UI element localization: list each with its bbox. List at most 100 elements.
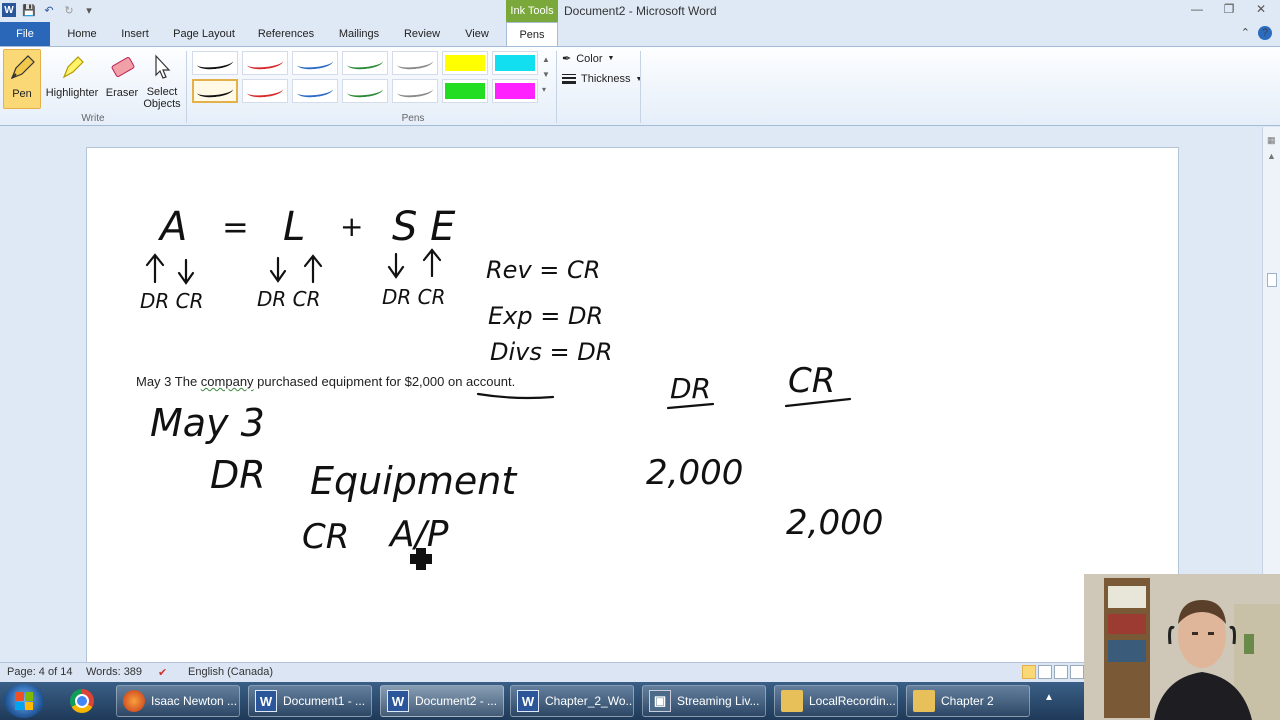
pen-icon xyxy=(6,52,38,84)
select-label-2: Objects xyxy=(143,98,181,110)
folder-icon xyxy=(781,690,803,712)
pen-swatch[interactable] xyxy=(342,51,388,75)
save-icon[interactable]: 💾 xyxy=(22,3,36,17)
more-icon[interactable]: ▾ xyxy=(542,85,550,94)
taskbar-item[interactable]: W Document2 - ... xyxy=(380,685,504,717)
highlighter-swatch[interactable] xyxy=(492,51,538,75)
start-button[interactable] xyxy=(4,684,44,718)
taskbar-item-label: Document1 - ... xyxy=(283,694,366,708)
color-button[interactable]: ✒ Color ▼ xyxy=(562,52,614,66)
tab-mailings[interactable]: Mailings xyxy=(334,22,384,46)
outline-icon[interactable] xyxy=(1070,665,1084,679)
pen-stroke-icon xyxy=(246,55,284,71)
proofing-icon[interactable]: ✔ xyxy=(158,666,167,679)
taskbar-item[interactable]: W Chapter_2_Wo... xyxy=(510,685,634,717)
print-layout-icon[interactable] xyxy=(1022,665,1036,679)
word-icon: W xyxy=(255,690,277,712)
highlighter-swatch[interactable] xyxy=(442,79,488,103)
typed-on-account: on account. xyxy=(447,374,516,389)
highlighter-swatch[interactable] xyxy=(442,51,488,75)
highlighter-stroke-icon xyxy=(445,55,485,71)
pen-stroke-icon xyxy=(246,83,284,99)
select-objects-button[interactable]: Select Objects xyxy=(142,49,182,111)
pen-button[interactable]: Pen xyxy=(3,49,41,109)
ruler-toggle-icon[interactable]: ▦ xyxy=(1267,135,1277,145)
chevron-down-icon[interactable]: ▼ xyxy=(542,70,550,79)
chevron-up-icon[interactable]: ▲ xyxy=(542,55,550,64)
tab-references[interactable]: References xyxy=(254,22,318,46)
taskbar-item[interactable]: ▣ Streaming Liv... xyxy=(642,685,766,717)
thickness-button[interactable]: Thickness ▼ xyxy=(562,73,642,85)
title-bar: W 💾 ↶ ↻ ▾ Ink Tools Document2 - Microsof… xyxy=(0,0,1280,22)
web-layout-icon[interactable] xyxy=(1054,665,1068,679)
document-page[interactable] xyxy=(86,147,1179,667)
highlighter-stroke-icon xyxy=(495,83,535,99)
redo-icon[interactable]: ↻ xyxy=(62,3,76,17)
gallery-scroll[interactable]: ▲ ▼ ▾ xyxy=(542,55,550,94)
eraser-button[interactable]: Eraser xyxy=(104,49,140,99)
word-count[interactable]: Words: 389 xyxy=(86,666,142,678)
pen-swatch[interactable] xyxy=(392,79,438,103)
pen-swatch[interactable] xyxy=(392,51,438,75)
tab-view[interactable]: View xyxy=(460,22,494,46)
show-hidden-icons[interactable]: ▲ xyxy=(1044,692,1054,703)
eraser-label: Eraser xyxy=(105,87,139,99)
pen-swatch[interactable] xyxy=(292,79,338,103)
typed-prefix: May 3 The xyxy=(136,374,201,389)
pen-gallery xyxy=(192,51,538,103)
pen-swatch[interactable] xyxy=(242,79,288,103)
select-label-1: Select xyxy=(146,86,178,98)
typed-transaction-text[interactable]: May 3 The company purchased equipment fo… xyxy=(136,374,515,389)
customize-icon[interactable]: ▾ xyxy=(82,3,96,17)
minimize-ribbon-icon[interactable]: ⌃ xyxy=(1241,26,1250,40)
tab-home[interactable]: Home xyxy=(62,22,102,46)
taskbar-item-label: Chapter 2 xyxy=(941,694,994,708)
view-buttons xyxy=(1022,665,1084,679)
full-screen-reading-icon[interactable] xyxy=(1038,665,1052,679)
pen-swatch[interactable] xyxy=(192,79,238,103)
pen-swatch[interactable] xyxy=(342,79,388,103)
highlighter-button[interactable]: Highlighter xyxy=(44,49,100,99)
highlighter-swatch[interactable] xyxy=(492,79,538,103)
taskbar-item-label: Chapter_2_Wo... xyxy=(545,694,634,708)
taskbar-item-label: Document2 - ... xyxy=(415,694,498,708)
cursor-arrow-icon xyxy=(146,51,178,83)
pen-swatch[interactable] xyxy=(192,51,238,75)
minimize-icon[interactable]: — xyxy=(1190,2,1204,16)
taskbar-item-label: Streaming Liv... xyxy=(677,694,760,708)
windows-logo-icon xyxy=(15,692,33,710)
divider xyxy=(640,51,641,123)
quick-access-toolbar: W 💾 ↶ ↻ ▾ xyxy=(2,3,96,17)
stream-icon: ▣ xyxy=(649,690,671,712)
tab-file[interactable]: File xyxy=(0,22,50,46)
tab-page-layout[interactable]: Page Layout xyxy=(170,22,238,46)
color-pen-icon: ✒ xyxy=(562,53,572,65)
word-icon[interactable]: W xyxy=(2,3,16,17)
page-indicator[interactable]: Page: 4 of 14 xyxy=(7,666,72,678)
chrome-icon[interactable] xyxy=(62,686,102,716)
language-indicator[interactable]: English (Canada) xyxy=(188,666,273,678)
divider xyxy=(556,51,557,123)
restore-icon[interactable]: ❐ xyxy=(1222,2,1236,16)
pen-swatch[interactable] xyxy=(292,51,338,75)
pen-stroke-icon xyxy=(346,55,384,71)
divider xyxy=(186,51,187,123)
typed-middle: purchased equipment for $2,000 xyxy=(253,374,448,389)
taskbar-item[interactable]: Isaac Newton ... xyxy=(116,685,240,717)
tab-insert[interactable]: Insert xyxy=(116,22,154,46)
taskbar-item-label: Isaac Newton ... xyxy=(151,694,238,708)
close-icon[interactable]: ✕ xyxy=(1254,2,1268,16)
tab-review[interactable]: Review xyxy=(400,22,444,46)
taskbar-item[interactable]: LocalRecordin... xyxy=(774,685,898,717)
scroll-up-icon[interactable]: ▲ xyxy=(1267,151,1277,161)
taskbar-item[interactable]: Chapter 2 xyxy=(906,685,1030,717)
undo-icon[interactable]: ↶ xyxy=(42,3,56,17)
help-icon[interactable]: ? xyxy=(1258,26,1272,40)
scroll-thumb[interactable] xyxy=(1267,273,1277,287)
pen-swatch[interactable] xyxy=(242,51,288,75)
folder-icon xyxy=(913,690,935,712)
firefox-icon xyxy=(123,690,145,712)
taskbar-item[interactable]: W Document1 - ... xyxy=(248,685,372,717)
word-icon: W xyxy=(387,690,409,712)
tab-pens[interactable]: Pens xyxy=(506,22,558,47)
